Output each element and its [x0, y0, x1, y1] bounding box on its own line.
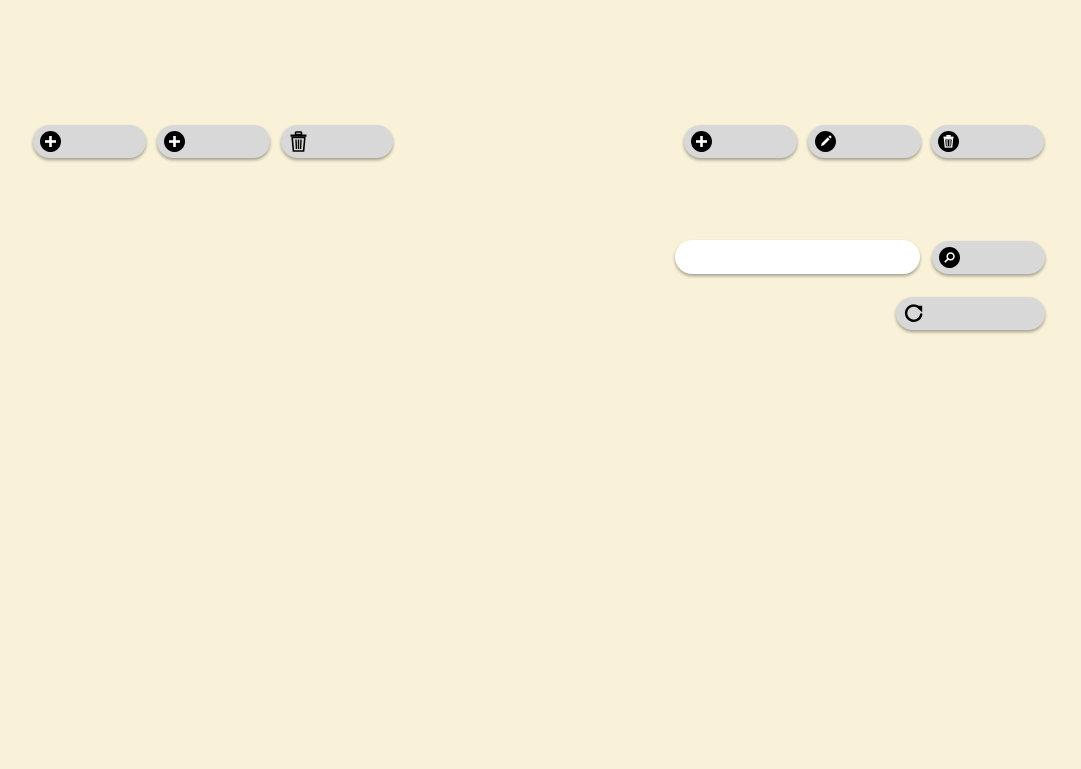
- search-circle-icon: [939, 247, 960, 268]
- refresh-icon: [903, 303, 924, 324]
- right-edit-button[interactable]: [808, 125, 921, 158]
- plus-circle-icon: [691, 131, 712, 152]
- refresh-button[interactable]: [896, 297, 1045, 330]
- plus-circle-icon: [164, 131, 185, 152]
- trash-icon: [288, 131, 309, 152]
- plus-circle-icon: [40, 131, 61, 152]
- search-input[interactable]: [675, 240, 920, 274]
- pencil-circle-icon: [815, 131, 836, 152]
- left-delete-button[interactable]: [281, 125, 393, 158]
- trash-circle-icon: [938, 131, 959, 152]
- right-delete-button[interactable]: [931, 125, 1044, 158]
- left-add-button-2[interactable]: [157, 125, 270, 158]
- left-add-button-1[interactable]: [33, 125, 146, 158]
- search-button[interactable]: [932, 241, 1045, 274]
- right-add-button[interactable]: [684, 125, 797, 158]
